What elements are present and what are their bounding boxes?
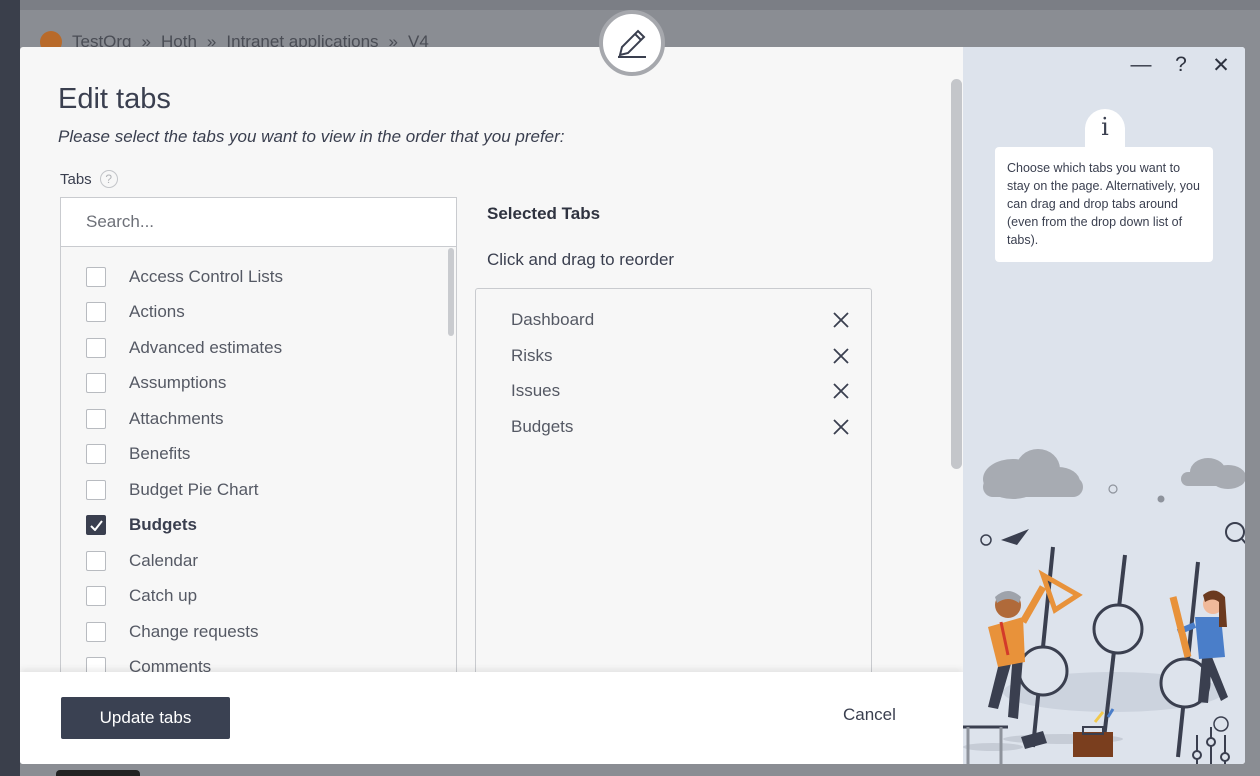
background-button [56, 770, 140, 776]
tab-option-label: Attachments [129, 408, 224, 428]
tab-option[interactable]: Access Control Lists [61, 259, 441, 295]
selected-tab-item[interactable]: Issues [511, 378, 851, 404]
close-icon[interactable] [831, 381, 851, 401]
illustration [963, 449, 1245, 764]
modal-footer: Update tabs Cancel [20, 672, 963, 764]
selected-tab-item[interactable]: Risks [511, 343, 851, 369]
background-topbar [0, 0, 1260, 10]
check-icon [89, 520, 103, 531]
pencil-icon [618, 29, 646, 58]
info-bubble: Choose which tabs you want to stay on th… [995, 147, 1213, 262]
tab-option-label: Benefits [129, 444, 191, 464]
tab-option-label: Calendar [129, 550, 198, 570]
list-scrollbar[interactable] [448, 248, 454, 336]
modal-scrollbar[interactable] [951, 79, 962, 469]
close-icon[interactable]: ✕ [1209, 53, 1233, 77]
minimize-icon[interactable]: — [1129, 53, 1153, 77]
tab-option[interactable]: Actions [61, 295, 441, 331]
checkbox[interactable] [86, 550, 106, 571]
cancel-button[interactable]: Cancel [843, 705, 896, 725]
tab-option[interactable]: Advanced estimates [61, 330, 441, 366]
tab-option[interactable]: Change requests [61, 614, 441, 650]
checkbox[interactable] [86, 586, 106, 607]
selected-tab-label: Budgets [511, 417, 574, 436]
update-tabs-button[interactable]: Update tabs [61, 697, 230, 739]
selected-tabs-panel: Dashboard Risks Issues Budgets [475, 288, 872, 738]
checkbox[interactable] [86, 479, 106, 500]
tab-option[interactable]: Assumptions [61, 366, 441, 402]
magnifier-icon [1225, 522, 1245, 544]
checkbox-checked[interactable] [86, 515, 106, 536]
tab-option-label: Advanced estimates [129, 337, 283, 357]
help-icon[interactable]: ? [1169, 53, 1193, 77]
tabs-field-label: Tabs ? [60, 170, 118, 188]
edit-tabs-modal: Edit tabs Please select the tabs you wan… [20, 47, 1245, 764]
window-controls: — ? ✕ [1129, 53, 1233, 77]
tab-option-label: Catch up [129, 586, 198, 606]
selected-tab-label: Risks [511, 346, 553, 365]
cloud-left [983, 449, 1083, 499]
checkbox[interactable] [86, 444, 106, 465]
info-icon: i [1085, 109, 1125, 149]
toolbox-icon [1073, 708, 1115, 757]
checkbox[interactable] [86, 337, 106, 358]
tab-option[interactable]: Budgets [61, 508, 441, 544]
tab-option-label: Budget Pie Chart [129, 479, 259, 499]
tab-option-label: Budgets [129, 515, 197, 535]
edit-badge [599, 10, 665, 76]
checkbox[interactable] [86, 373, 106, 394]
selected-tab-label: Issues [511, 381, 561, 400]
equalizer-icon [1192, 727, 1230, 764]
selected-tab-item[interactable]: Budgets [511, 414, 851, 440]
tab-option-label: Actions [129, 302, 185, 322]
tabs-label-text: Tabs [60, 170, 92, 188]
help-icon[interactable]: ? [99, 170, 118, 188]
selected-tab-item[interactable]: Dashboard [511, 307, 851, 333]
tab-options-list: Access Control Lists Actions Advanced es… [61, 259, 441, 685]
tab-option[interactable]: Catch up [61, 579, 441, 615]
search-box [61, 198, 456, 247]
paper-plane-icon [1001, 529, 1029, 545]
tab-option[interactable]: Calendar [61, 543, 441, 579]
close-icon[interactable] [831, 417, 851, 437]
close-icon[interactable] [831, 310, 851, 330]
tab-option[interactable]: Budget Pie Chart [61, 472, 441, 508]
tab-option-label: Change requests [129, 621, 259, 641]
modal-title: Edit tabs [58, 83, 171, 115]
checkbox[interactable] [86, 302, 106, 323]
modal-subtitle: Please select the tabs you want to view … [58, 127, 565, 146]
cloud-right [1181, 458, 1245, 489]
close-icon[interactable] [831, 346, 851, 366]
selected-tabs-hint: Click and drag to reorder [487, 250, 675, 269]
selected-tab-label: Dashboard [511, 310, 595, 329]
tab-option-label: Assumptions [129, 373, 227, 393]
checkbox[interactable] [86, 621, 106, 642]
search-input[interactable] [86, 212, 431, 232]
tabs-options-panel: Access Control Lists Actions Advanced es… [60, 197, 457, 737]
book-icon [1021, 731, 1047, 749]
checkbox[interactable] [86, 408, 106, 429]
tab-option[interactable]: Benefits [61, 437, 441, 473]
tab-option[interactable]: Attachments [61, 401, 441, 437]
checkbox[interactable] [86, 266, 106, 287]
selected-tabs-title: Selected Tabs [487, 204, 601, 223]
tab-option-label: Access Control Lists [129, 266, 283, 286]
help-side-panel: — ? ✕ i Choose which tabs you want to st… [963, 47, 1245, 764]
background-sidebar [0, 0, 20, 776]
